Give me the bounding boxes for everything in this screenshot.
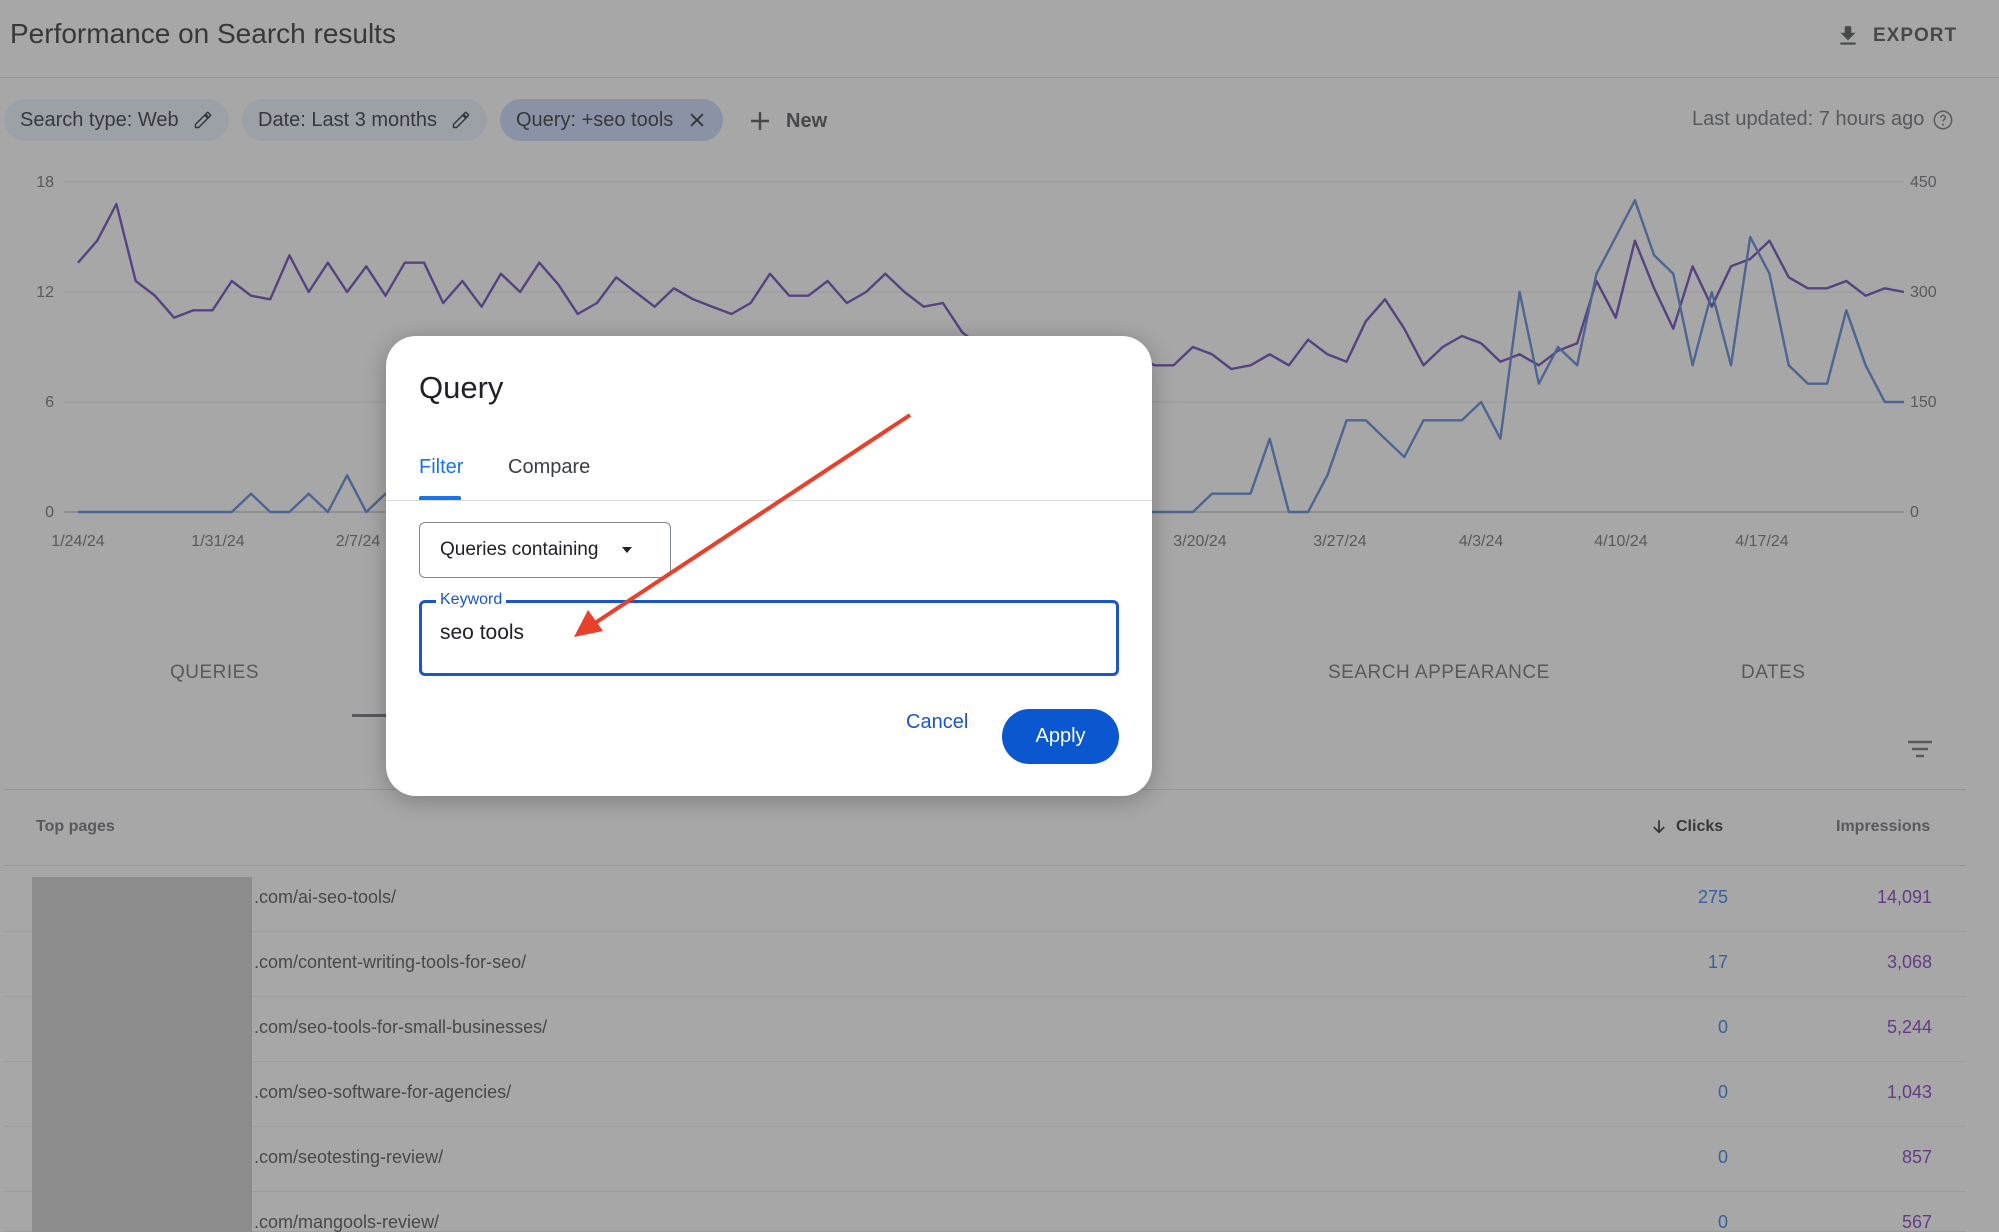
annotation-arrow (574, 413, 912, 637)
search-console-page: Performance on Search results EXPORT Sea… (0, 0, 1999, 1232)
